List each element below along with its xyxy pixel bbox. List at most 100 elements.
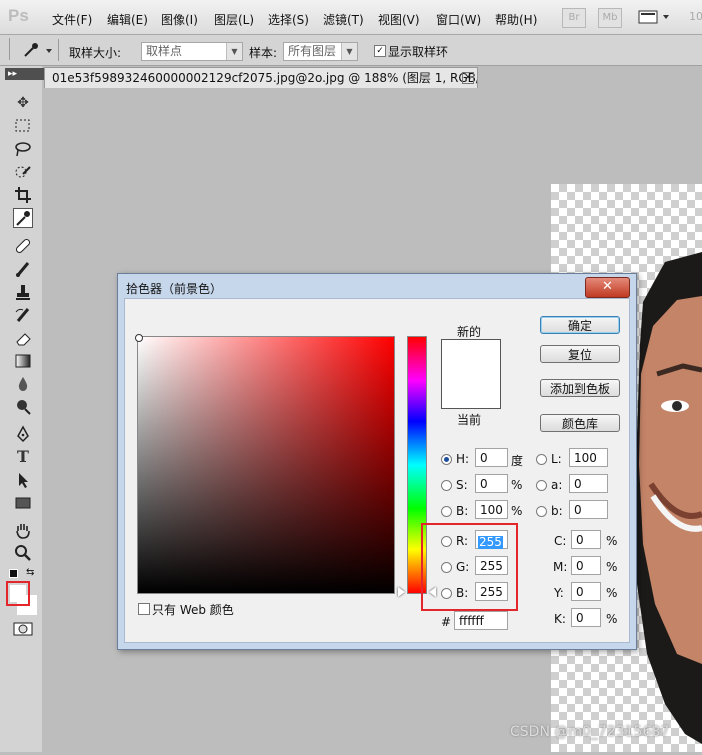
clone-stamp-tool-icon[interactable] bbox=[13, 282, 33, 302]
eraser-tool-icon[interactable] bbox=[13, 328, 33, 348]
m-label: M: bbox=[553, 560, 568, 574]
radio-lab-b[interactable] bbox=[536, 506, 547, 517]
current-color-swatch[interactable] bbox=[442, 374, 500, 408]
color-picker-dialog: 拾色器（前景色） ✕ 新的 当前 确定 复位 添加到色板 颜色库 H: 0 度 … bbox=[117, 273, 637, 650]
color-field-marker[interactable] bbox=[135, 334, 143, 342]
quick-selection-tool-icon[interactable] bbox=[13, 162, 33, 182]
menu-filter[interactable]: 滤镜(T) bbox=[323, 11, 364, 28]
chevron-down-icon: ▼ bbox=[226, 43, 242, 60]
radio-lab-l[interactable] bbox=[536, 454, 547, 465]
radio-s[interactable] bbox=[441, 480, 452, 491]
r-input[interactable]: 255 bbox=[475, 530, 508, 549]
zoom-tool-icon[interactable] bbox=[13, 543, 33, 563]
radio-rgb-b[interactable] bbox=[441, 588, 452, 599]
radio-lab-a[interactable] bbox=[536, 480, 547, 491]
lab-a-input[interactable]: 0 bbox=[569, 474, 608, 493]
menu-select[interactable]: 选择(S) bbox=[268, 11, 309, 28]
screen-mode-button[interactable] bbox=[637, 9, 673, 25]
m-input[interactable]: 0 bbox=[571, 556, 601, 575]
close-icon[interactable]: ✕ bbox=[462, 72, 474, 84]
k-unit: % bbox=[606, 612, 618, 626]
history-brush-tool-icon[interactable] bbox=[13, 305, 33, 325]
sample-select[interactable]: 所有图层 ▼ bbox=[283, 42, 358, 61]
h-label: H: bbox=[456, 452, 470, 466]
healing-brush-tool-icon[interactable] bbox=[13, 236, 33, 256]
hand-tool-icon[interactable] bbox=[13, 520, 33, 540]
menu-view[interactable]: 视图(V) bbox=[378, 11, 420, 28]
color-preview bbox=[441, 339, 501, 409]
grip-divider bbox=[9, 38, 10, 60]
sample-label: 样本: bbox=[249, 46, 278, 60]
dodge-tool-icon[interactable] bbox=[13, 397, 33, 417]
color-libraries-button[interactable]: 颜色库 bbox=[540, 414, 620, 432]
gradient-tool-icon[interactable] bbox=[13, 351, 33, 371]
foreground-color-swatch[interactable] bbox=[10, 585, 26, 602]
type-tool-icon[interactable]: T bbox=[13, 447, 33, 467]
add-to-swatches-button[interactable]: 添加到色板 bbox=[540, 379, 620, 397]
reset-button[interactable]: 复位 bbox=[540, 345, 620, 363]
radio-g[interactable] bbox=[441, 562, 452, 573]
show-ring-checkbox[interactable]: ✓ bbox=[374, 45, 386, 57]
bridge-button[interactable]: Br bbox=[562, 8, 586, 28]
rgb-b-input[interactable]: 255 bbox=[475, 582, 508, 601]
photoshop-logo: Ps bbox=[8, 6, 29, 25]
path-selection-tool-icon[interactable] bbox=[13, 470, 33, 490]
menu-image[interactable]: 图像(I) bbox=[161, 11, 198, 28]
dialog-body: 新的 当前 确定 复位 添加到色板 颜色库 H: 0 度 S: 0 % B: 1… bbox=[124, 298, 630, 643]
radio-h[interactable] bbox=[441, 454, 452, 465]
close-icon[interactable]: ✕ bbox=[585, 277, 630, 298]
s-input[interactable]: 0 bbox=[475, 474, 508, 493]
b-input[interactable]: 100 bbox=[475, 500, 508, 519]
y-input[interactable]: 0 bbox=[571, 582, 601, 601]
brush-tool-icon[interactable] bbox=[13, 259, 33, 279]
mini-bridge-button[interactable]: Mb bbox=[598, 8, 622, 28]
blur-tool-icon[interactable] bbox=[13, 374, 33, 394]
b-label: B: bbox=[456, 504, 469, 518]
lasso-tool-icon[interactable] bbox=[13, 139, 33, 159]
menu-file[interactable]: 文件(F) bbox=[52, 11, 92, 28]
menu-bar: Ps 文件(F) 编辑(E) 图像(I) 图层(L) 选择(S) 滤镜(T) 视… bbox=[0, 0, 702, 35]
swap-colors-icon[interactable]: ⇆ bbox=[26, 567, 34, 578]
web-only-checkbox[interactable] bbox=[138, 603, 150, 615]
move-tool-icon[interactable]: ✥ bbox=[13, 93, 33, 113]
foreground-color-highlight bbox=[6, 581, 30, 606]
rgb-b-label: B: bbox=[456, 586, 469, 600]
radio-b[interactable] bbox=[441, 506, 452, 517]
menu-help[interactable]: 帮助(H) bbox=[495, 11, 537, 28]
quick-mask-button[interactable] bbox=[13, 622, 33, 636]
lab-b-input[interactable]: 0 bbox=[569, 500, 608, 519]
show-ring-label: 显示取样环 bbox=[388, 45, 449, 59]
g-label: G: bbox=[456, 560, 470, 574]
h-input[interactable]: 0 bbox=[475, 448, 508, 467]
sample-size-value: 取样点 bbox=[146, 44, 183, 58]
toolbox-collapse-button[interactable]: ▸▸ bbox=[5, 68, 45, 80]
s-label: S: bbox=[456, 478, 468, 492]
default-colors-icon[interactable] bbox=[9, 569, 18, 578]
c-label: C: bbox=[554, 534, 567, 548]
document-tab[interactable]: 01e53f598932460000002129cf2075.jpg@2o.jp… bbox=[44, 67, 478, 88]
color-field[interactable] bbox=[135, 334, 395, 594]
eyedropper-preset-picker[interactable] bbox=[22, 41, 54, 62]
sample-size-select[interactable]: 取样点 ▼ bbox=[141, 42, 243, 61]
crop-tool-icon[interactable] bbox=[13, 185, 33, 205]
lab-l-input[interactable]: 100 bbox=[569, 448, 608, 467]
r-value-selected: 255 bbox=[478, 535, 503, 549]
hue-slider-left-arrow[interactable] bbox=[398, 587, 405, 597]
eyedropper-tool-icon[interactable] bbox=[13, 208, 33, 228]
hex-input[interactable]: ffffff bbox=[454, 611, 508, 630]
hex-label: # bbox=[441, 615, 452, 629]
document-title: 01e53f598932460000002129cf2075.jpg@2o.jp… bbox=[52, 71, 478, 85]
radio-r[interactable] bbox=[441, 536, 452, 547]
c-input[interactable]: 0 bbox=[571, 530, 601, 549]
g-input[interactable]: 255 bbox=[475, 556, 508, 575]
menu-edit[interactable]: 编辑(E) bbox=[107, 11, 148, 28]
screen-mode-icon bbox=[638, 10, 669, 24]
pen-tool-icon[interactable] bbox=[13, 424, 33, 444]
ok-button[interactable]: 确定 bbox=[540, 316, 620, 334]
k-input[interactable]: 0 bbox=[571, 608, 601, 627]
rectangle-tool-icon[interactable] bbox=[13, 493, 33, 513]
menu-layer[interactable]: 图层(L) bbox=[214, 11, 254, 28]
marquee-tool-icon[interactable] bbox=[13, 116, 33, 136]
chevron-down-icon: ▼ bbox=[341, 43, 357, 60]
menu-window[interactable]: 窗口(W) bbox=[436, 11, 481, 28]
